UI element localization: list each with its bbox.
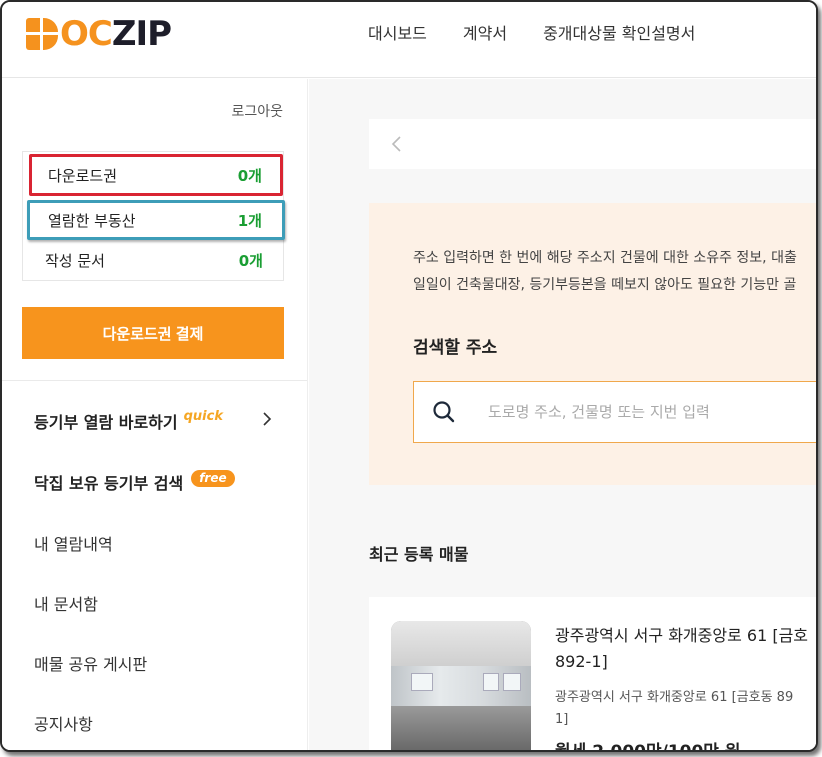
nav-contract[interactable]: 계약서 [463,22,507,46]
search-intro-text: 주소 입력하면 한 번에 해당 주소지 건물에 대한 소유주 정보, 대출 일일… [413,245,797,299]
logout-link[interactable]: 로그아웃 [231,101,283,121]
top-header: OCZIP 대시보드 계약서 중개대상물 확인설명서 [2,2,816,78]
recent-listings-title: 최근 등록 매물 [369,545,469,564]
chevron-right-icon[interactable] [260,412,274,426]
free-badge: free [191,469,235,487]
listing-title-line-1: 광주광역시 서구 화개중앙로 61 [금호 [555,626,809,645]
sidebar-item-my-docs[interactable]: 내 문서함 [34,591,98,615]
viewed-property-count: 1개 [237,211,262,230]
listing-title-line-2: 892-1] [555,652,608,671]
quick-tag: quick [183,408,223,424]
download-credit-count: 0개 [237,166,262,185]
sidebar-divider [2,380,307,381]
download-credit-row: 다운로드권 0개 [29,154,283,196]
intro-line-2: 일일이 건축물대장, 등기부등본을 떼보지 않아도 필요한 기능만 골 [413,277,797,293]
main-content: 주소 입력하면 한 번에 해당 주소지 건물에 대한 소유주 정보, 대출 일일… [309,79,816,752]
usage-summary: 다운로드권 0개 열람한 부동산 1개 작성 문서 0개 [22,151,285,281]
sidebar-item-my-history[interactable]: 내 열람내역 [34,531,113,555]
logo-wordmark: OCZIP [60,14,172,54]
buy-download-credit-button[interactable]: 다운로드권 결제 [22,307,284,359]
registry-quick-label: 등기부 열람 바로하기 [34,413,178,432]
listing-photo [391,621,531,750]
viewed-property-label: 열람한 부동산 [48,211,136,230]
written-docs-count: 0개 [238,251,263,270]
search-label: 검색할 주소 [413,338,498,358]
listing-card[interactable]: 광주광역시 서구 화개중앙로 61 [금호 892-1] 광주광역시 서구 화개… [369,597,816,752]
viewed-property-row: 열람한 부동산 1개 [27,200,285,240]
listing-address: 광주광역시 서구 화개중앙로 61 [금호동 89 1] [555,687,816,731]
sidebar: 로그아웃 다운로드권 0개 열람한 부동산 1개 작성 문서 0개 다운로드권 … [2,79,308,750]
search-icon[interactable] [432,400,456,424]
listing-price: 월세 2,000만/100만 원 [555,742,741,752]
doczip-logo[interactable]: OCZIP [26,14,172,54]
listing-title: 광주광역시 서구 화개중앙로 61 [금호 892-1] [555,623,816,675]
address-search-input[interactable] [488,403,816,421]
logo-mark-icon [26,18,58,50]
page-topbar [369,119,816,169]
sidebar-item-board[interactable]: 매물 공유 게시판 [34,651,147,675]
download-credit-label: 다운로드권 [48,166,118,185]
nav-property-disclosure[interactable]: 중개대상물 확인설명서 [543,22,695,46]
written-docs-row: 작성 문서 0개 [23,240,285,280]
nav-dashboard[interactable]: 대시보드 [368,22,427,46]
address-search-panel: 주소 입력하면 한 번에 해당 주소지 건물에 대한 소유주 정보, 대출 일일… [369,203,816,485]
search-box[interactable] [413,381,816,443]
app-window: OCZIP 대시보드 계약서 중개대상물 확인설명서 로그아웃 다운로드권 0개… [0,0,818,752]
sidebar-item-notice[interactable]: 공지사항 [34,711,93,735]
listing-address-line-1: 광주광역시 서구 화개중앙로 61 [금호동 89 [555,690,794,705]
listing-address-line-2: 1] [555,712,569,727]
main-nav: 대시보드 계약서 중개대상물 확인설명서 [368,22,731,46]
sidebar-item-registry-quick[interactable]: 등기부 열람 바로하기 quick [34,409,223,433]
registry-search-label: 닥집 보유 등기부 검색 [34,474,184,493]
intro-line-1: 주소 입력하면 한 번에 해당 주소지 건물에 대한 소유주 정보, 대출 [413,250,797,266]
back-chevron-icon[interactable] [389,135,405,153]
sidebar-item-registry-search[interactable]: 닥집 보유 등기부 검색 free [34,469,235,494]
written-docs-label: 작성 문서 [45,251,105,270]
